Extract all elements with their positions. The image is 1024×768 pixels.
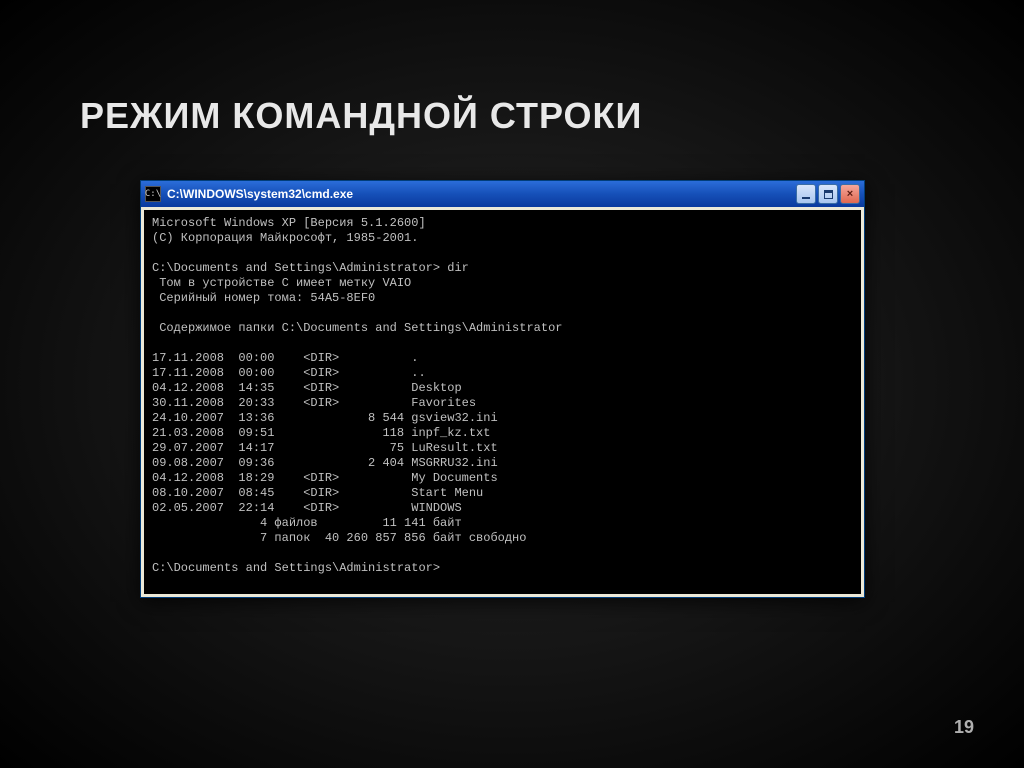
window-controls: × [796, 184, 860, 204]
window-title: C:\WINDOWS\system32\cmd.exe [167, 187, 796, 201]
close-button[interactable]: × [840, 184, 860, 204]
maximize-icon [824, 190, 833, 199]
minimize-icon [802, 197, 810, 199]
page-number: 19 [954, 717, 974, 738]
cmd-window: C:\ C:\WINDOWS\system32\cmd.exe × Micros… [140, 180, 865, 598]
terminal-output[interactable]: Microsoft Windows XP [Версия 5.1.2600] (… [144, 210, 861, 594]
minimize-button[interactable] [796, 184, 816, 204]
cmd-icon: C:\ [145, 186, 161, 202]
titlebar[interactable]: C:\ C:\WINDOWS\system32\cmd.exe × [141, 181, 864, 207]
cmd-frame: Microsoft Windows XP [Версия 5.1.2600] (… [141, 207, 864, 597]
maximize-button[interactable] [818, 184, 838, 204]
slide-title: РЕЖИМ КОМАНДНОЙ СТРОКИ [80, 95, 642, 137]
